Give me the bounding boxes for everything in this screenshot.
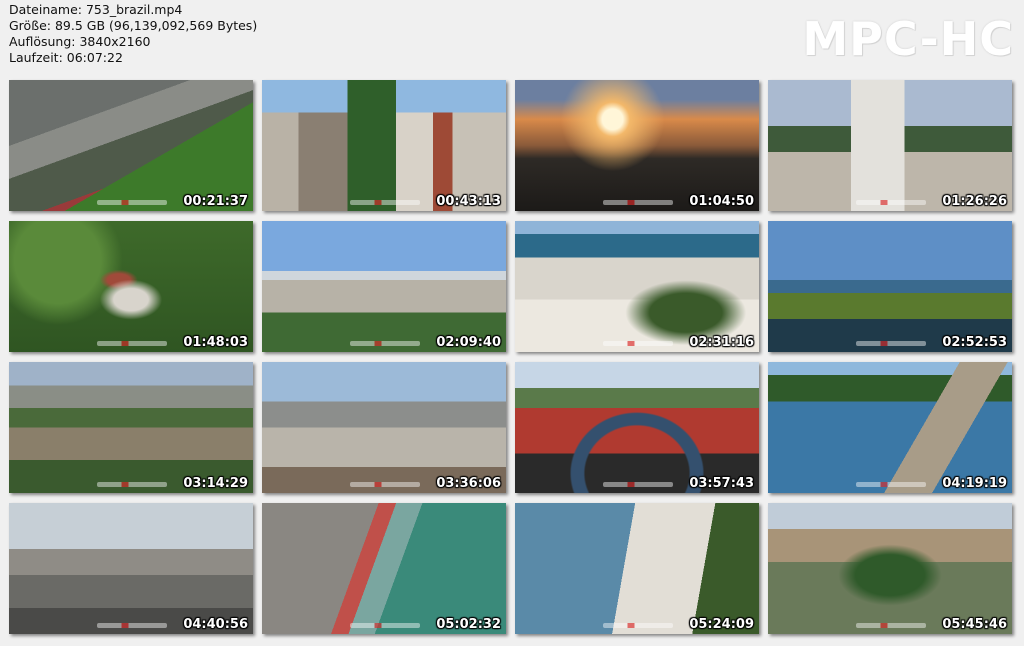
thumbnail-16[interactable]: 05:45:46 bbox=[768, 503, 1012, 634]
thumbnail-timestamp: 02:31:16 bbox=[689, 335, 754, 350]
thumbnail-14[interactable]: 05:02:32 bbox=[262, 503, 506, 634]
thumbnail-timestamp: 02:09:40 bbox=[436, 335, 501, 350]
mpc-hc-logo: MPC-HC bbox=[802, 12, 1014, 66]
river-town-image bbox=[9, 362, 253, 493]
thumbnail-12[interactable]: 04:19:19 bbox=[768, 362, 1012, 493]
thumbnail-timestamp: 03:57:43 bbox=[689, 476, 754, 491]
sand-dunes-image bbox=[515, 221, 759, 352]
thumbnail-timestamp: 04:40:56 bbox=[183, 617, 248, 632]
thumbnail-timestamp: 00:43:13 bbox=[436, 194, 501, 209]
thumbnail-grid: 00:21:37 00:43:13 01:04:50 01:26:26 01:4… bbox=[9, 80, 1013, 636]
aerial-stadium-image bbox=[9, 80, 253, 211]
thumbnail-timestamp: 03:36:06 bbox=[436, 476, 501, 491]
thumbnail-timestamp: 01:04:50 bbox=[689, 194, 754, 209]
thumbnail-timestamp: 01:26:26 bbox=[942, 194, 1007, 209]
high-rise-construction-image bbox=[768, 80, 1012, 211]
thumbnail-7[interactable]: 02:31:16 bbox=[515, 221, 759, 352]
file-size-label: Größe: 89.5 GB (96,139,092,569 Bytes) bbox=[9, 18, 258, 33]
river-island-image bbox=[768, 503, 1012, 634]
thumbnail-8[interactable]: 02:52:53 bbox=[768, 221, 1012, 352]
thumbnail-timestamp: 05:24:09 bbox=[689, 617, 754, 632]
thumbnail-15[interactable]: 05:24:09 bbox=[515, 503, 759, 634]
arena-aerial-image bbox=[9, 503, 253, 634]
thumbnail-1[interactable]: 00:21:37 bbox=[9, 80, 253, 211]
thumbnail-timestamp: 00:21:37 bbox=[183, 194, 248, 209]
thumbnail-2[interactable]: 00:43:13 bbox=[262, 80, 506, 211]
forest-church-image bbox=[9, 221, 253, 352]
thumbnail-10[interactable]: 03:36:06 bbox=[262, 362, 506, 493]
thumbnail-timestamp: 05:45:46 bbox=[942, 617, 1007, 632]
file-info: Dateiname: 753_brazil.mp4 Größe: 89.5 GB… bbox=[9, 2, 257, 66]
thumbnail-timestamp: 05:02:32 bbox=[436, 617, 501, 632]
sunset-tower-image bbox=[515, 80, 759, 211]
beach-mountains-image bbox=[515, 503, 759, 634]
thumbnail-timestamp: 01:48:03 bbox=[183, 335, 248, 350]
resolution-label: Auflösung: 3840x2160 bbox=[9, 34, 151, 49]
thumbnail-timestamp: 03:14:29 bbox=[183, 476, 248, 491]
thumbnail-6[interactable]: 02:09:40 bbox=[262, 221, 506, 352]
city-panorama-image bbox=[262, 221, 506, 352]
thumbnail-4[interactable]: 01:26:26 bbox=[768, 80, 1012, 211]
coastal-wetland-image bbox=[768, 221, 1012, 352]
ferris-wheel-gate-image bbox=[515, 362, 759, 493]
thumbnail-13[interactable]: 04:40:56 bbox=[9, 503, 253, 634]
thumbnail-9[interactable]: 03:14:29 bbox=[9, 362, 253, 493]
city-avenue-image bbox=[262, 80, 506, 211]
skyscrapers-image bbox=[262, 362, 506, 493]
pier-lagoon-image bbox=[768, 362, 1012, 493]
thumbnail-timestamp: 02:52:53 bbox=[942, 335, 1007, 350]
thumbnail-11[interactable]: 03:57:43 bbox=[515, 362, 759, 493]
thumbnail-5[interactable]: 01:48:03 bbox=[9, 221, 253, 352]
thumbnail-3[interactable]: 01:04:50 bbox=[515, 80, 759, 211]
waterfront-road-image bbox=[262, 503, 506, 634]
thumbnail-timestamp: 04:19:19 bbox=[942, 476, 1007, 491]
duration-label: Laufzeit: 06:07:22 bbox=[9, 50, 123, 65]
file-name-label: Dateiname: 753_brazil.mp4 bbox=[9, 2, 183, 17]
